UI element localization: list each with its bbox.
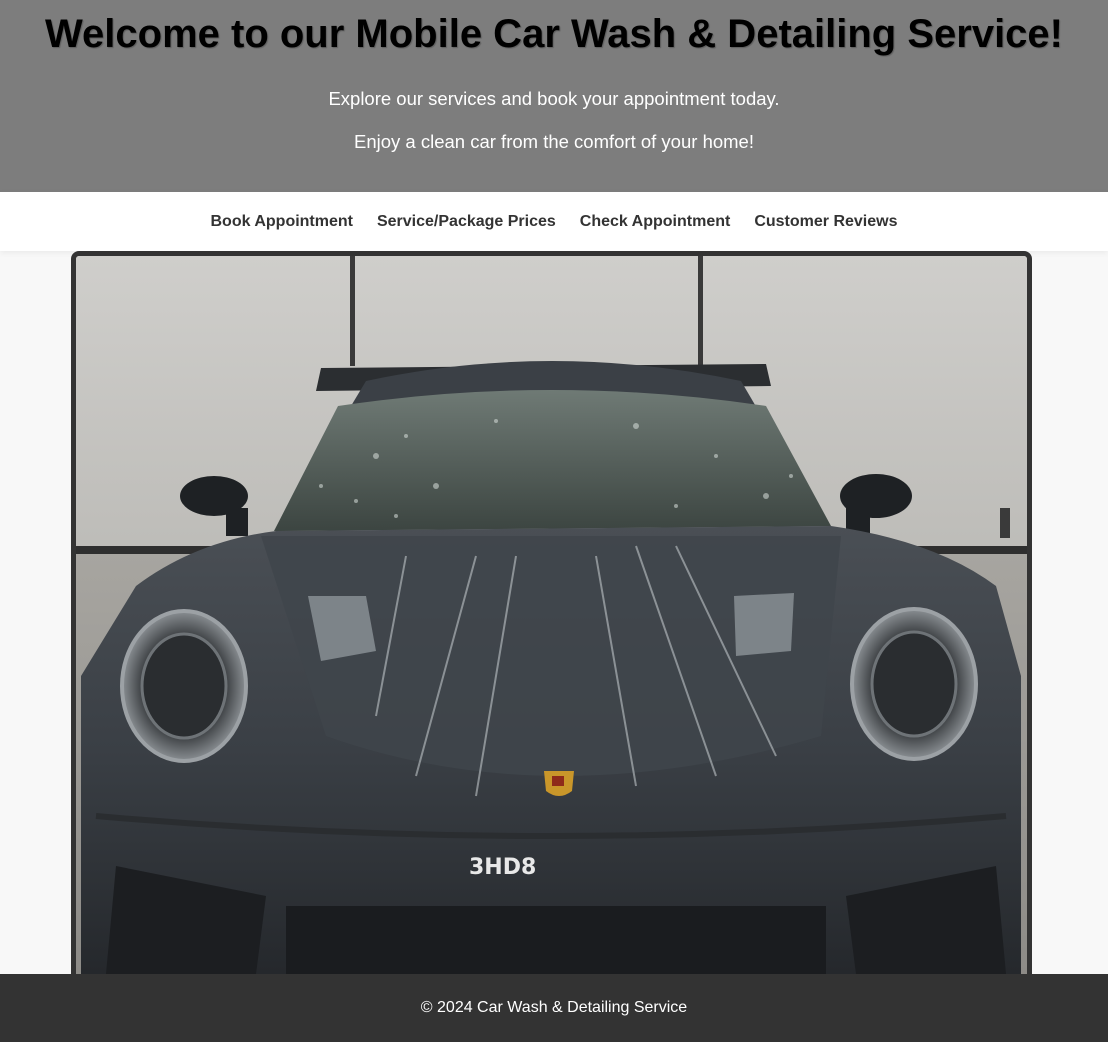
footer-copyright: © 2024 Car Wash & Detailing Service: [420, 999, 688, 1016]
hero-car-image: 3HD8: [76, 256, 1027, 974]
nav-customer-reviews[interactable]: Customer Reviews: [754, 213, 897, 231]
site-header: Welcome to our Mobile Car Wash & Detaili…: [0, 0, 1108, 192]
nav-check-appointment[interactable]: Check Appointment: [580, 213, 731, 231]
page-title: Welcome to our Mobile Car Wash & Detaili…: [45, 12, 1063, 56]
hero-image-frame: 3HD8: [71, 251, 1032, 974]
header-tagline: Explore our services and book your appoi…: [328, 88, 780, 109]
main-nav: Book Appointment Service/Package Prices …: [0, 192, 1108, 251]
nav-service-prices[interactable]: Service/Package Prices: [377, 213, 556, 231]
header-subtagline: Enjoy a clean car from the comfort of yo…: [354, 131, 754, 152]
nav-book-appointment[interactable]: Book Appointment: [210, 213, 353, 231]
site-footer: © 2024 Car Wash & Detailing Service: [0, 974, 1108, 1042]
car-badge-text: 3HD8: [469, 855, 536, 880]
